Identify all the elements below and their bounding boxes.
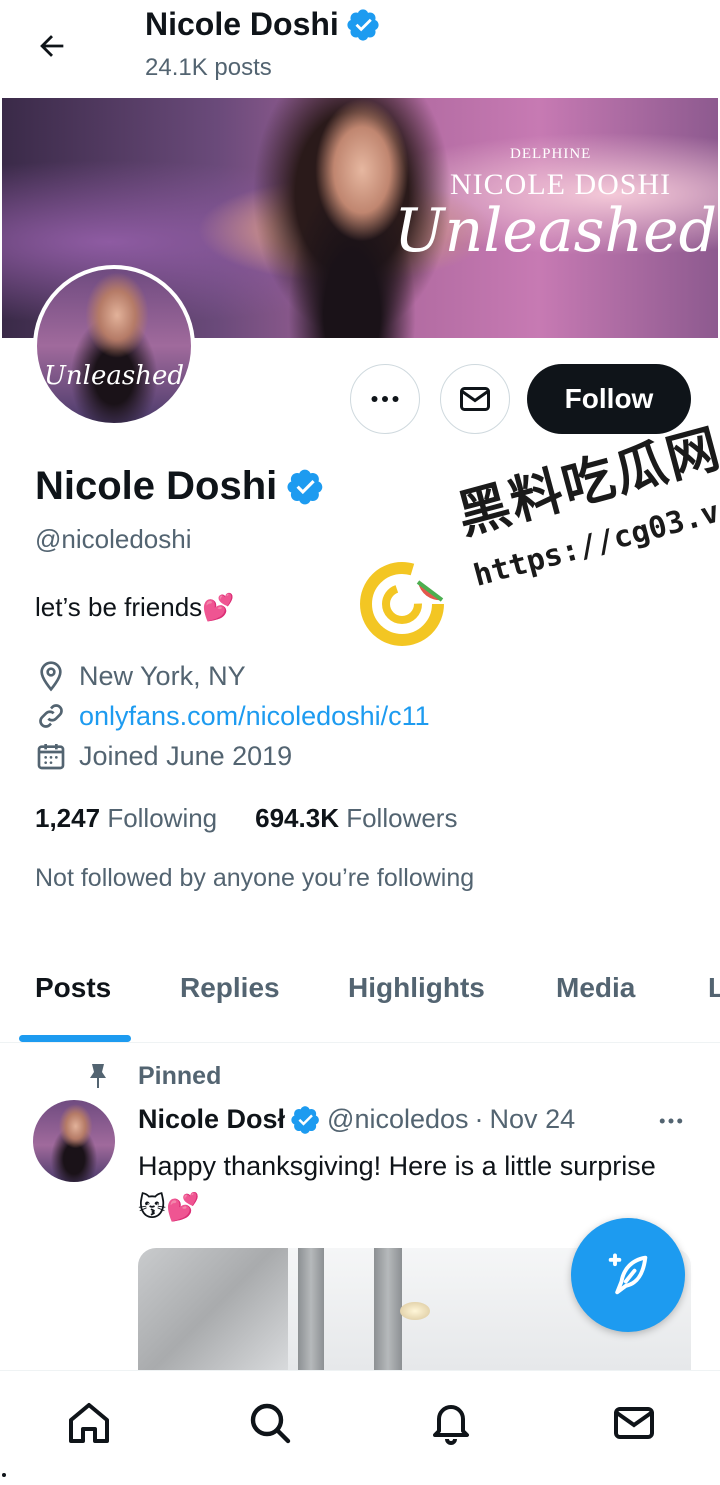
header-name: Nicole Doshi (145, 6, 339, 42)
profile-name: Nicole Doshi (35, 464, 278, 508)
header-title: Nicole Doshi (145, 6, 381, 43)
home-icon (69, 1403, 109, 1443)
watermark-logo-icon (360, 562, 444, 646)
profile-handle: @nicoledoshi (35, 524, 192, 554)
tab-divider (0, 1042, 720, 1043)
arrow-left-icon (40, 35, 64, 57)
nav-home[interactable] (63, 1397, 115, 1449)
followers-count: 694.3K (255, 803, 339, 833)
corner-dot (2, 1473, 6, 1477)
profile-avatar[interactable]: Unleashed (33, 265, 195, 427)
verified-badge-icon (347, 8, 379, 41)
profile-bio: let’s be friends💕 (35, 592, 235, 622)
media-pipe (298, 1248, 324, 1370)
back-button[interactable] (28, 22, 76, 70)
website-link[interactable]: onlyfans.com/nicoledoshi/c11 (79, 701, 430, 732)
profile-name-row: Nicole Doshi (35, 464, 325, 509)
bell-icon (433, 1405, 469, 1445)
not-followed-notice: Not followed by anyone you’re following (35, 864, 475, 892)
compose-feather-icon (608, 1253, 648, 1295)
post-date[interactable]: Nov 24 (490, 1104, 576, 1135)
location-pin-icon (40, 661, 62, 692)
envelope-icon (614, 1407, 654, 1439)
post-avatar[interactable] (33, 1100, 115, 1182)
post-header: Nicole Dosł @nicoledos · Nov 24 (138, 1104, 575, 1135)
profile-location: New York, NY (35, 660, 246, 692)
profile-joined: Joined June 2019 (35, 740, 292, 772)
profile-website: onlyfans.com/nicoledoshi/c11 (35, 700, 430, 732)
header-post-count: 24.1K posts (145, 54, 272, 81)
post-separator: · (474, 1104, 484, 1134)
active-tab-indicator (19, 1035, 131, 1042)
banner-title: Unleashed (394, 196, 718, 266)
tab-highlights[interactable]: Highlights (348, 972, 485, 1004)
nav-notifications[interactable] (425, 1397, 477, 1449)
more-horizontal-icon (659, 1118, 683, 1124)
search-icon (250, 1403, 291, 1444)
post-more-button[interactable] (654, 1106, 688, 1141)
media-light (400, 1302, 430, 1320)
following-label: Following (107, 803, 218, 833)
banner-brand: DELPHINE (510, 146, 592, 162)
post-author-handle[interactable]: @nicoledos (327, 1104, 469, 1135)
calendar-icon (37, 744, 65, 770)
nav-messages[interactable] (608, 1397, 660, 1449)
followers-label: Followers (346, 803, 458, 833)
media-pipe (374, 1248, 402, 1370)
media-wall (138, 1248, 288, 1370)
post-author-name[interactable]: Nicole Dosł (138, 1104, 285, 1135)
nav-search[interactable] (244, 1397, 296, 1449)
tab-posts[interactable]: Posts (35, 972, 111, 1004)
envelope-icon (460, 387, 490, 411)
more-horizontal-icon (371, 396, 399, 402)
joined-text: Joined June 2019 (79, 740, 293, 771)
pin-icon (90, 1064, 106, 1088)
following-count: 1,247 (35, 803, 101, 833)
tab-likes[interactable]: L (708, 972, 720, 1004)
follow-counts: 1,247 Following 694.3K Followers (35, 803, 457, 834)
followers-link[interactable]: 694.3K Followers (255, 803, 457, 834)
location-text: New York, NY (79, 660, 246, 691)
tab-replies[interactable]: Replies (180, 972, 280, 1004)
verified-badge-icon (287, 469, 323, 504)
compose-button[interactable] (571, 1218, 685, 1332)
link-icon (39, 704, 63, 728)
following-link[interactable]: 1,247 Following (35, 803, 217, 834)
post-text: Happy thanksgiving! Here is a little sur… (138, 1151, 656, 1222)
avatar-text: Unleashed (44, 361, 184, 391)
message-button[interactable] (440, 364, 510, 434)
pinned-label: Pinned (138, 1062, 222, 1090)
verified-badge-icon (291, 1105, 319, 1134)
tab-media[interactable]: Media (556, 972, 635, 1004)
more-button[interactable] (350, 364, 420, 434)
